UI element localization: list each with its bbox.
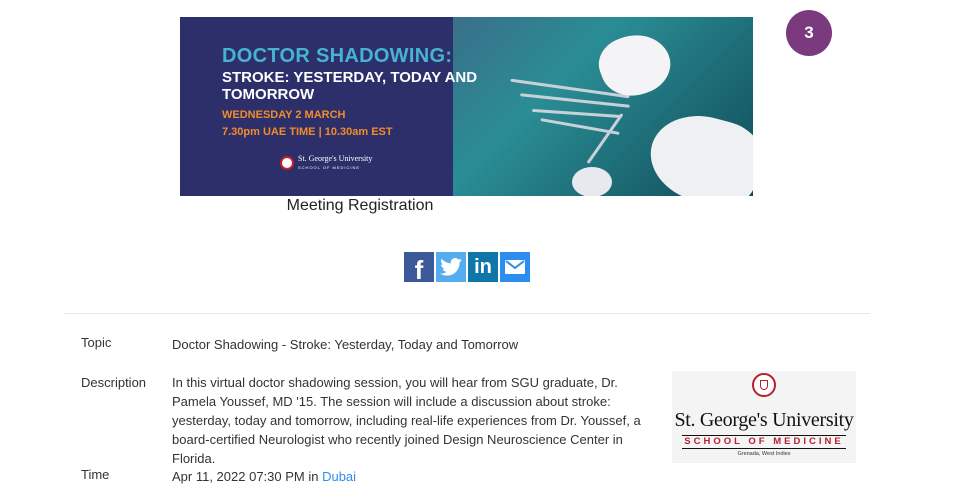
email-icon[interactable]	[500, 252, 530, 282]
event-banner: DOCTOR SHADOWING: STROKE: YESTERDAY, TOD…	[180, 17, 753, 196]
topic-label: Topic	[81, 335, 112, 350]
share-bar: f in	[404, 252, 530, 285]
description-label: Description	[81, 375, 147, 390]
timezone-link[interactable]: Dubai	[322, 469, 356, 484]
university-seal-icon	[752, 373, 776, 397]
page-title: Meeting Registration	[286, 197, 434, 214]
twitter-icon[interactable]	[436, 252, 466, 282]
sgu-logo-location: Grenada, West Indies	[737, 451, 791, 457]
topic-value: Doctor Shadowing - Stroke: Yesterday, To…	[172, 337, 519, 352]
sgu-logo-school: SCHOOL OF MEDICINE	[682, 435, 846, 449]
gauze	[572, 167, 612, 196]
divider	[64, 313, 870, 314]
banner-title: DOCTOR SHADOWING:	[222, 45, 453, 67]
time-label: Time	[81, 467, 110, 482]
banner-time: 7.30pm UAE TIME | 10.30am EST	[222, 126, 393, 138]
sgu-logo-name: St. George's University	[674, 409, 854, 431]
time-text: Apr 11, 2022 07:30 PM in	[172, 469, 323, 484]
linkedin-icon[interactable]: in	[468, 252, 498, 282]
description-value: In this virtual doctor shadowing session…	[172, 375, 641, 466]
banner-logo-sub: SCHOOL OF MEDICINE	[298, 165, 361, 170]
time-value: Apr 11, 2022 07:30 PM in Dubai	[172, 467, 356, 486]
sgu-logo: St. George's University SCHOOL OF MEDICI…	[672, 371, 856, 463]
banner-subtitle: STROKE: YESTERDAY, TODAY AND TOMORROW	[222, 69, 478, 103]
university-seal-icon	[280, 156, 294, 170]
step-badge: 3	[786, 10, 832, 56]
banner-date: WEDNESDAY 2 MARCH	[222, 109, 346, 121]
banner-logo-name: St. George's University	[298, 154, 373, 163]
facebook-icon[interactable]: f	[404, 252, 434, 285]
banner-logo: St. George's University SCHOOL OF MEDICI…	[280, 154, 372, 172]
